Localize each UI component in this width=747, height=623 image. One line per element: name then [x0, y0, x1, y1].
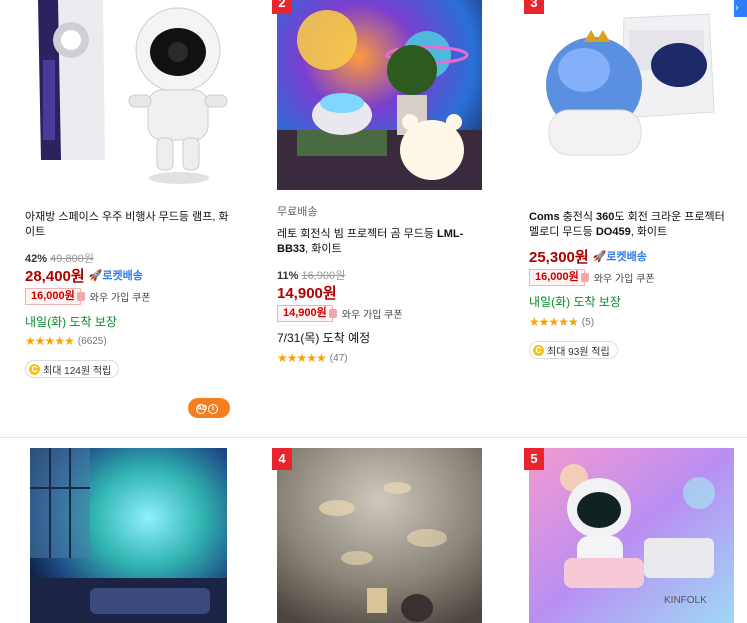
star-rating-icon: ★★★★★ — [529, 315, 579, 329]
price: 25,300원 🚀로켓배송 — [529, 249, 647, 266]
coupon-label: 와우 가입 쿠폰 — [89, 293, 151, 304]
rank-badge: 2 — [272, 0, 292, 14]
product-card[interactable] — [25, 448, 235, 623]
rating: ★★★★★ (5) — [529, 315, 594, 329]
star-rating-icon: ★★★★★ — [25, 334, 75, 348]
crown-projector-image[interactable] — [529, 0, 734, 190]
star-rating-icon: ★★★★★ — [277, 351, 327, 365]
coupon-badge: 14,900원 — [277, 305, 337, 322]
rank-badge: 4 — [272, 448, 292, 470]
rocket-delivery-badge: 🚀로켓배송 — [592, 251, 647, 263]
product-card[interactable]: 아재방 스페이스 우주 비행사 무드등 램프, 화이트 42% 49,800원 … — [25, 0, 238, 437]
delivery-info: 내일(화) 도착 보장 — [529, 295, 621, 309]
reward-badge: C 최대 93원 적립 — [529, 341, 618, 359]
rocket-delivery-badge: 🚀로켓배송 — [88, 270, 143, 282]
rating: ★★★★★ (47) — [277, 351, 348, 365]
coupon-row: 16,000원 와우 가입 쿠폰 — [529, 269, 655, 286]
bear-projector-image[interactable] — [277, 0, 482, 190]
delivery-info: 7/31(목) 도착 예정 — [277, 331, 371, 345]
ad-badge[interactable]: AD i — [188, 398, 230, 418]
rank-badge: 3 — [524, 0, 544, 14]
review-count: (5) — [581, 316, 595, 328]
galaxy-room-image[interactable] — [30, 448, 227, 623]
coupon-row: 16,000원 와우 가입 쿠폰 — [25, 288, 151, 305]
discount-row: 11% 16,900원 — [277, 270, 346, 282]
coin-icon: C — [533, 344, 544, 356]
coupon-label: 와우 가입 쿠폰 — [593, 274, 655, 285]
delivery-info: 내일(화) 도착 보장 — [25, 315, 117, 329]
svg-text:KINFOLK: KINFOLK — [664, 595, 707, 606]
product-card[interactable]: 3 Coms 충전식 360도 회전 크라운 프로젝터 멜로디 무드등 DO45… — [524, 0, 739, 437]
product-title[interactable]: Coms 충전식 360도 회전 크라운 프로젝터 멜로디 무드등 DO459,… — [529, 210, 735, 240]
coupon-badge: 16,000원 — [529, 269, 589, 286]
ocean-projector-image[interactable] — [277, 448, 482, 623]
review-count: (6625) — [77, 335, 107, 347]
product-title[interactable]: 아재방 스페이스 우주 비행사 무드등 램프, 화이트 — [25, 210, 231, 240]
astronaut-projector-image[interactable] — [33, 0, 238, 190]
product-card[interactable]: KINFOLK 5 — [524, 448, 739, 623]
price: 28,400원 🚀로켓배송 — [25, 268, 143, 285]
row-divider — [0, 437, 747, 438]
product-card[interactable]: 2 무료배송 레토 회전식 빔 프로젝터 곰 무드등 LML-BB33, 화이트… — [272, 0, 487, 437]
coin-icon: C — [29, 363, 40, 375]
astronaut-pink-image[interactable]: KINFOLK — [529, 448, 734, 623]
discount-row: 42% 49,800원 — [25, 253, 94, 265]
product-card[interactable]: 4 — [272, 448, 487, 623]
coupon-badge: 16,000원 — [25, 288, 85, 305]
review-count: (47) — [329, 352, 348, 364]
info-icon: i — [208, 404, 218, 414]
free-shipping-label: 무료배송 — [277, 206, 318, 218]
coupon-label: 와우 가입 쿠폰 — [341, 310, 403, 321]
reward-badge: C 최대 124원 적립 — [25, 360, 120, 378]
rating: ★★★★★ (6625) — [25, 334, 107, 348]
rank-badge: 5 — [524, 448, 544, 470]
product-title[interactable]: 레토 회전식 빔 프로젝터 곰 무드등 LML-BB33, 화이트 — [277, 227, 483, 257]
coupon-row: 14,900원 와우 가입 쿠폰 — [277, 305, 403, 322]
price: 14,900원 — [277, 285, 337, 302]
